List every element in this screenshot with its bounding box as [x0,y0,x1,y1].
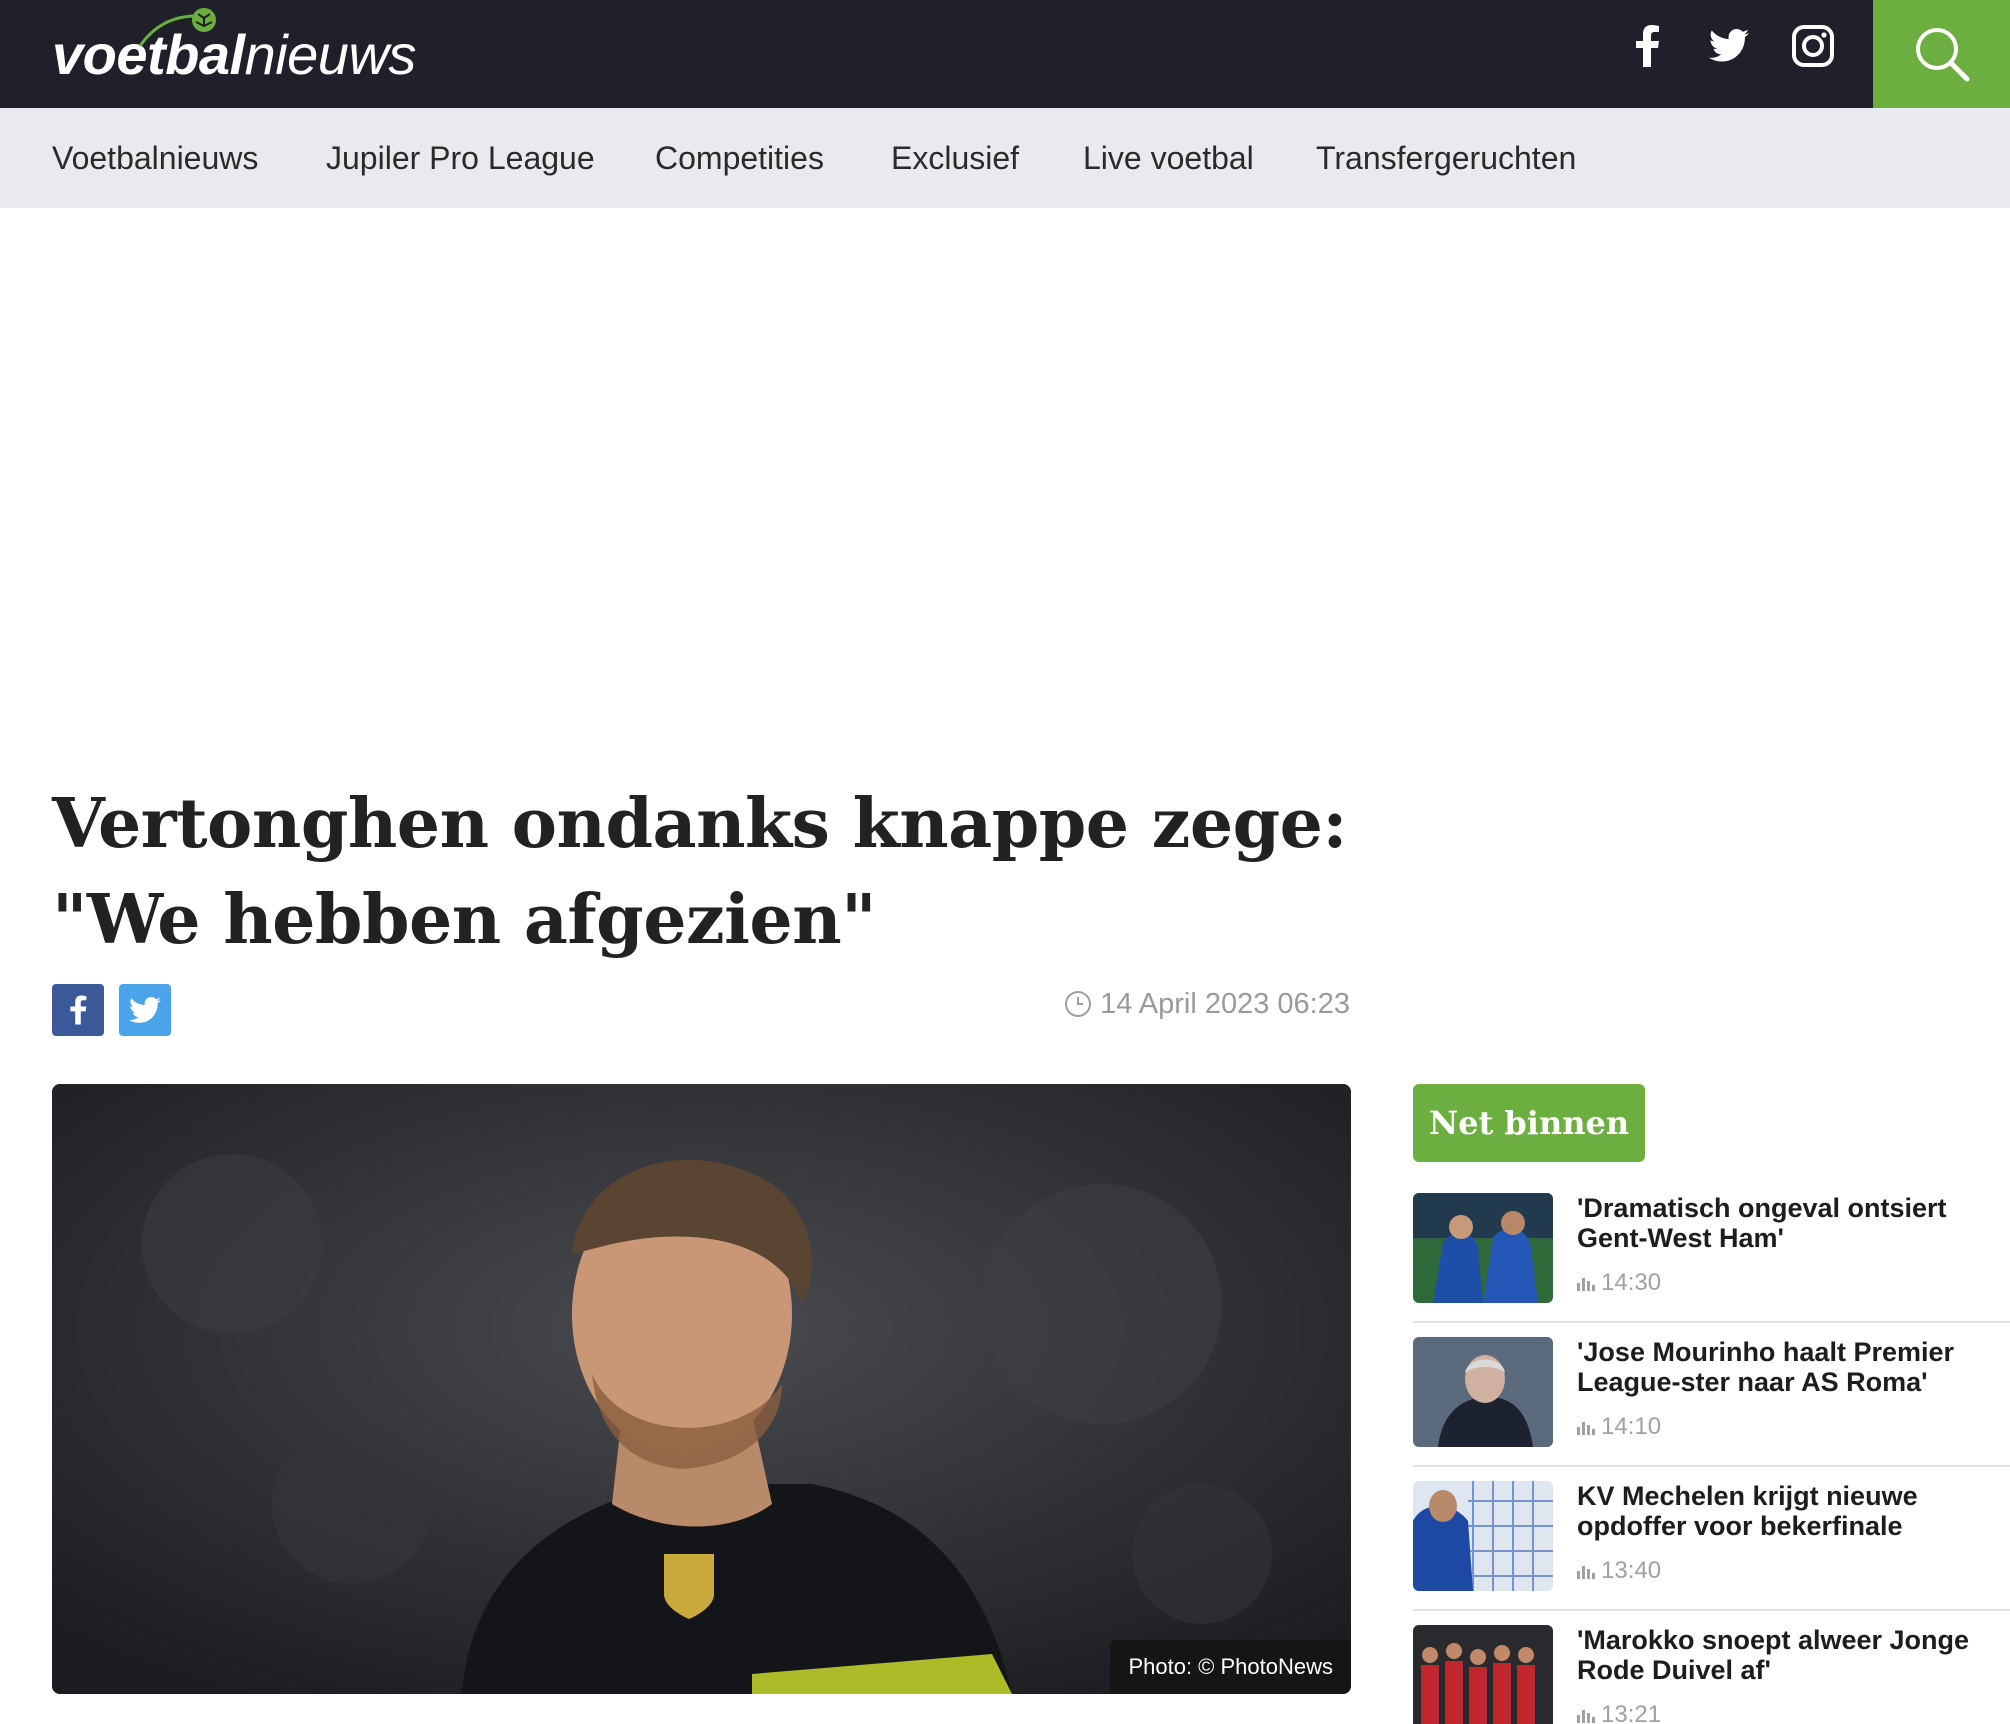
news-title: 'Dramatisch ongeval ontsiert Gent-West H… [1577,1193,1947,1253]
news-time: 14:30 [1577,1269,1661,1297]
divider [1413,1609,2010,1611]
photo-credit: Photo: © PhotoNews [1110,1640,1351,1694]
nav-item-live-voetbal[interactable]: Live voetbal [1083,108,1254,208]
main-nav: Voetbalnieuws Jupiler Pro League Competi… [0,108,2010,208]
news-time: 13:40 [1577,1557,1661,1585]
bar-chart-icon [1577,1710,1595,1723]
article-title-line1: Vertonghen ondanks knappe zege: [52,784,1348,864]
instagram-icon[interactable] [1781,14,1845,78]
nav-item-voetbalnieuws[interactable]: Voetbalnieuws [52,108,258,208]
news-time-text: 14:30 [1601,1269,1662,1296]
news-item[interactable]: KV Mechelen krijgt nieuwe opdoffer voor … [1413,1481,2010,1625]
bar-chart-icon [1577,1422,1595,1435]
article-title: Vertonghen ondanks knappe zege: "We hebb… [52,776,1352,968]
news-thumbnail [1413,1193,1553,1303]
article-date: 14 April 2023 06:23 [1064,984,1350,1024]
logo-text-light: nieuws [244,22,417,86]
news-item[interactable]: 'Dramatisch ongeval ontsiert Gent-West H… [1413,1193,2010,1337]
nav-item-exclusief[interactable]: Exclusief [891,108,1019,208]
divider [1413,1465,2010,1467]
share-facebook-button[interactable] [52,984,104,1036]
bar-chart-icon [1577,1278,1595,1291]
nav-item-transfergeruchten[interactable]: Transfergeruchten [1316,108,1576,208]
facebook-icon [70,995,87,1025]
news-time-text: 13:40 [1601,1557,1662,1584]
site-header: voetbalnieuws [0,0,2010,108]
divider [1413,1321,2010,1323]
twitter-icon[interactable] [1697,14,1761,78]
nav-item-competities[interactable]: Competities [655,108,824,208]
news-thumbnail [1413,1625,1553,1724]
article-date-text: 14 April 2023 06:23 [1100,987,1350,1020]
net-binnen-badge: Net binnen [1413,1084,1645,1162]
news-thumbnail [1413,1337,1553,1447]
bar-chart-icon [1577,1566,1595,1579]
news-title: 'Jose Mourinho haalt Premier League-ster… [1577,1337,1955,1397]
article-title-line2: "We hebben afgezien" [52,880,877,960]
player-photo [52,1084,1351,1694]
twitter-icon [129,996,161,1023]
news-time: 14:10 [1577,1413,1661,1441]
news-title: KV Mechelen krijgt nieuwe opdoffer voor … [1577,1481,1918,1541]
site-logo[interactable]: voetbalnieuws [52,8,417,94]
news-time-text: 14:10 [1601,1413,1662,1440]
search-button[interactable] [1873,0,2010,108]
football-logo-icon [138,8,216,47]
news-time: 13:21 [1577,1701,1661,1724]
nav-item-jupiler-pro-league[interactable]: Jupiler Pro League [326,108,595,208]
news-thumbnail [1413,1481,1553,1591]
clock-icon [1065,991,1092,1017]
news-title: 'Marokko snoept alweer Jonge Rode Duivel… [1577,1625,1970,1685]
news-item[interactable]: 'Marokko snoept alweer Jonge Rode Duivel… [1413,1625,2010,1724]
share-twitter-button[interactable] [119,984,171,1036]
article-hero-image: Photo: © PhotoNews [52,1084,1351,1694]
facebook-icon[interactable] [1615,14,1679,78]
news-time-text: 13:21 [1601,1701,1662,1724]
news-item[interactable]: 'Jose Mourinho haalt Premier League-ster… [1413,1337,2010,1481]
search-icon [1915,28,1969,82]
